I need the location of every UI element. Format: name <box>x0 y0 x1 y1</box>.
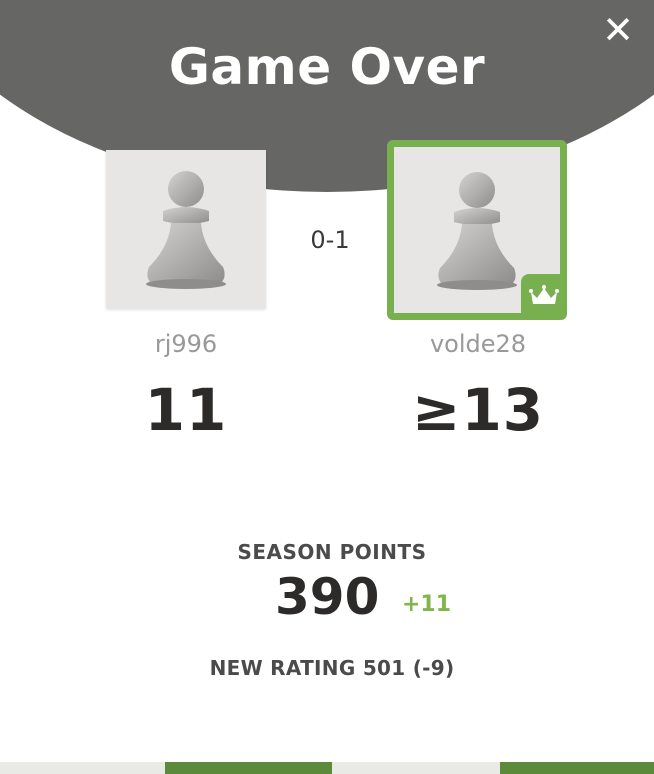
player-value-right: ≥13 <box>411 376 545 444</box>
player-value-left: 11 <box>144 376 228 444</box>
player-username-left[interactable]: rj996 <box>80 330 292 358</box>
modal-title: Game Over <box>168 38 486 96</box>
new-rating-text: NEW RATING 501 (-9) <box>209 656 455 680</box>
player-avatar-right[interactable] <box>387 140 567 320</box>
player-avatar-left[interactable] <box>106 150 266 308</box>
footer-button-left[interactable] <box>165 762 332 774</box>
game-over-modal: Game Over ✕ 0-1 rj996 volde28 11 ≥13 SEA… <box>0 0 654 774</box>
game-result: 0-1 <box>310 226 350 254</box>
player-username-right[interactable]: volde28 <box>372 330 584 358</box>
close-icon[interactable]: ✕ <box>598 10 638 50</box>
season-points-value: 390 <box>275 568 380 626</box>
pawn-icon <box>146 171 226 289</box>
winner-badge <box>521 274 560 313</box>
footer-button-right[interactable] <box>500 762 654 774</box>
pawn-icon <box>437 172 517 290</box>
crown-icon <box>529 285 559 304</box>
season-points-delta: +11 <box>402 592 452 617</box>
season-points-label: SEASON POINTS <box>237 540 427 564</box>
